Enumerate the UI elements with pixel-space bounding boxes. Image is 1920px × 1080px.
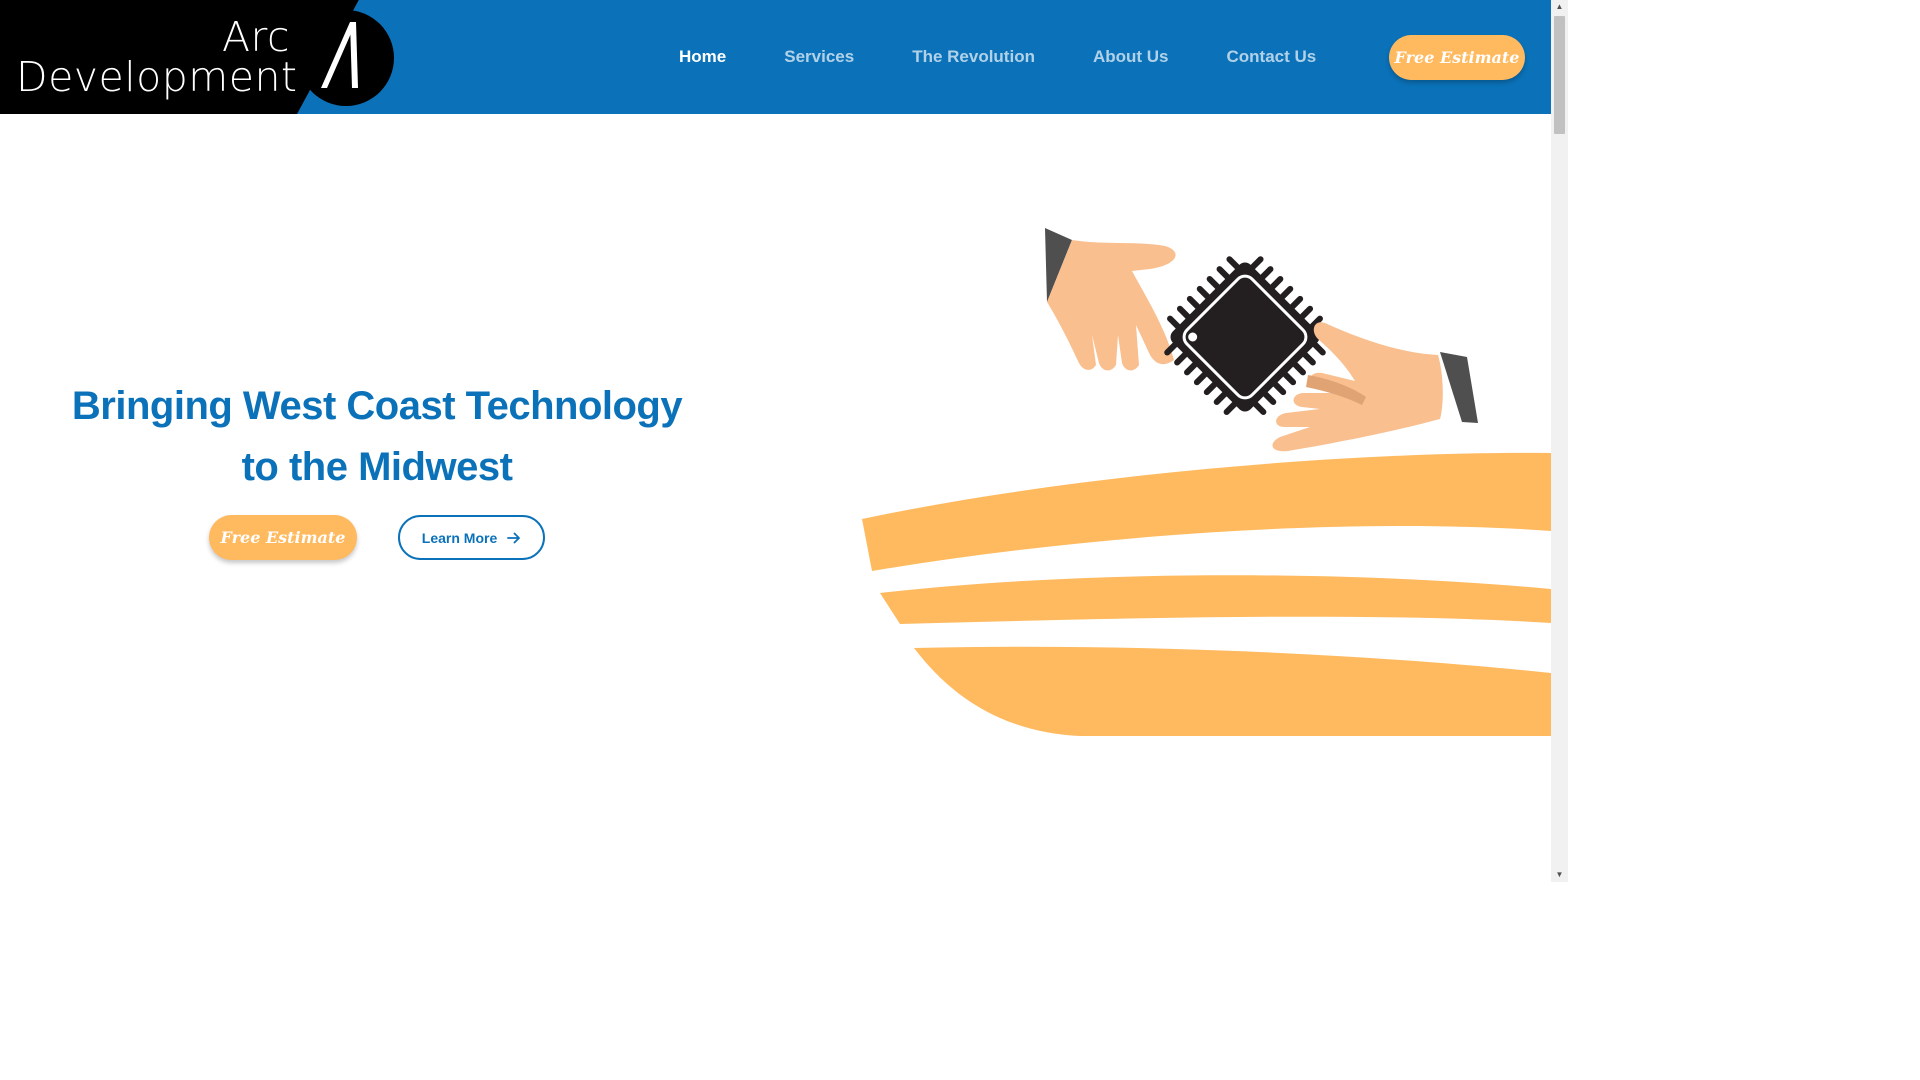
main-nav-tabs: Home Services The Revolution About Us Co…	[650, 0, 1345, 114]
logo-home-link[interactable]: Arc Development	[0, 0, 400, 114]
hands-exchanging-chip-illustration	[862, 228, 1551, 736]
vertical-scrollbar[interactable]: ▲ ▼	[1551, 0, 1568, 882]
page: Arc Development Home Services The Revolu…	[0, 0, 1568, 882]
header-free-estimate-button[interactable]: Free Estimate	[1389, 35, 1525, 80]
scrollbar-thumb[interactable]	[1554, 16, 1565, 134]
learn-more-label: Learn More	[421, 529, 498, 546]
tab-services[interactable]: Services	[755, 47, 883, 67]
scroll-up-arrow-icon[interactable]: ▲	[1551, 0, 1568, 14]
hero-title-line-2: to the Midwest	[241, 445, 513, 489]
tab-home[interactable]: Home	[650, 47, 755, 67]
hero-free-estimate-button[interactable]: Free Estimate	[209, 515, 357, 560]
hero-title: Bringing West Coast Technology to the Mi…	[40, 376, 714, 498]
tab-about-us[interactable]: About Us	[1064, 47, 1198, 67]
tab-the-revolution[interactable]: The Revolution	[883, 47, 1064, 67]
learn-more-button[interactable]: Learn More	[398, 515, 545, 560]
hero-title-line-1: Bringing West Coast Technology	[71, 384, 683, 428]
tab-contact-us[interactable]: Contact Us	[1198, 47, 1346, 67]
logo-text-development: Development	[16, 53, 298, 101]
app-header: Arc Development Home Services The Revolu…	[0, 0, 1551, 114]
arrow-right-icon	[507, 532, 521, 543]
scroll-down-arrow-icon[interactable]: ▼	[1551, 868, 1568, 882]
